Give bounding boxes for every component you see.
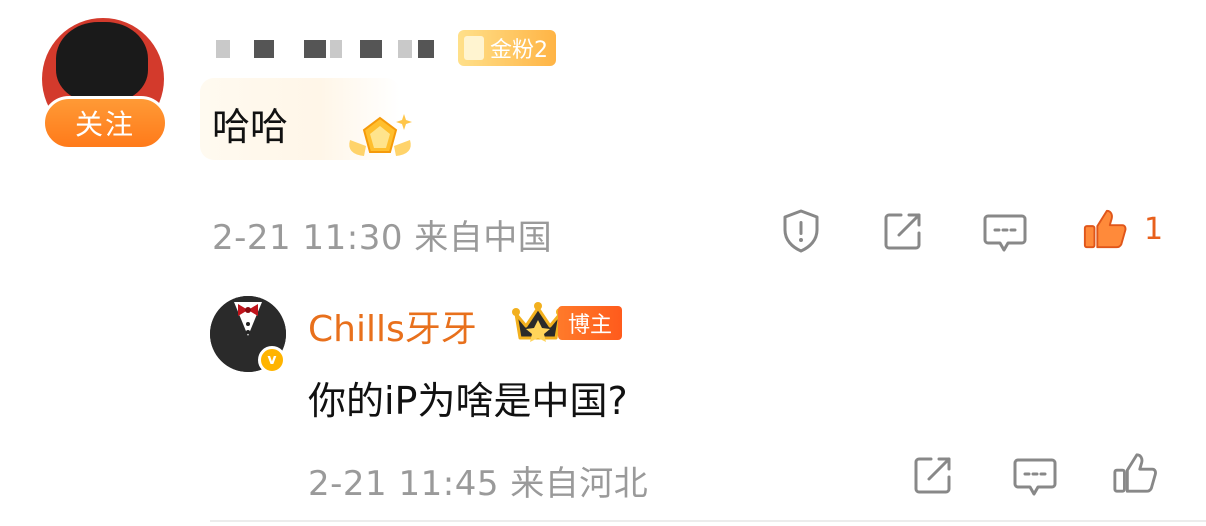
medal-decoration-icon (349, 114, 412, 156)
fan-level-badge[interactable]: 金粉2 (458, 30, 556, 66)
reply-repost-button[interactable] (910, 452, 956, 498)
commenter-username-redacted[interactable] (212, 34, 442, 68)
share-square-icon (884, 213, 921, 250)
share-square-icon (914, 457, 951, 494)
verified-badge: v (258, 346, 286, 374)
like-button[interactable] (1082, 206, 1128, 252)
report-button[interactable] (778, 208, 824, 254)
reply-text: 你的iP为啥是中国? (308, 379, 628, 423)
reply-like-button[interactable] (1112, 450, 1158, 496)
divider (210, 520, 1206, 522)
reply-meta: 2-21 11:45 来自河北 (308, 456, 648, 505)
repost-button[interactable] (880, 208, 926, 254)
host-badge: 博主 (558, 306, 623, 340)
fan-badge-label: 金粉2 (490, 38, 548, 63)
follow-button[interactable]: 关注 (42, 96, 168, 150)
comment-location: 来自中国 (414, 218, 553, 258)
follow-button-label: 关注 (74, 108, 135, 141)
host-badge-label: 博主 (568, 313, 613, 338)
thumbs-up-icon (1083, 209, 1127, 249)
comment-bubble-icon (1013, 458, 1057, 496)
comment-meta: 2-21 11:30 来自中国 (212, 210, 552, 259)
reply-author-name[interactable]: Chills牙牙 (308, 300, 477, 352)
reply-time: 2-21 11:45 (308, 464, 499, 504)
comment-button[interactable] (982, 210, 1028, 256)
comment-bubble-icon (983, 214, 1027, 252)
like-count: 1 (1144, 212, 1164, 247)
comment-time: 2-21 11:30 (212, 218, 403, 258)
fan-gem-icon (464, 36, 484, 60)
reply-location: 来自河北 (510, 464, 649, 504)
reply-comment-button[interactable] (1012, 454, 1058, 500)
comment-text: 哈哈 (212, 105, 289, 149)
thumbs-up-icon (1113, 453, 1157, 493)
shield-alert-icon (783, 209, 819, 253)
